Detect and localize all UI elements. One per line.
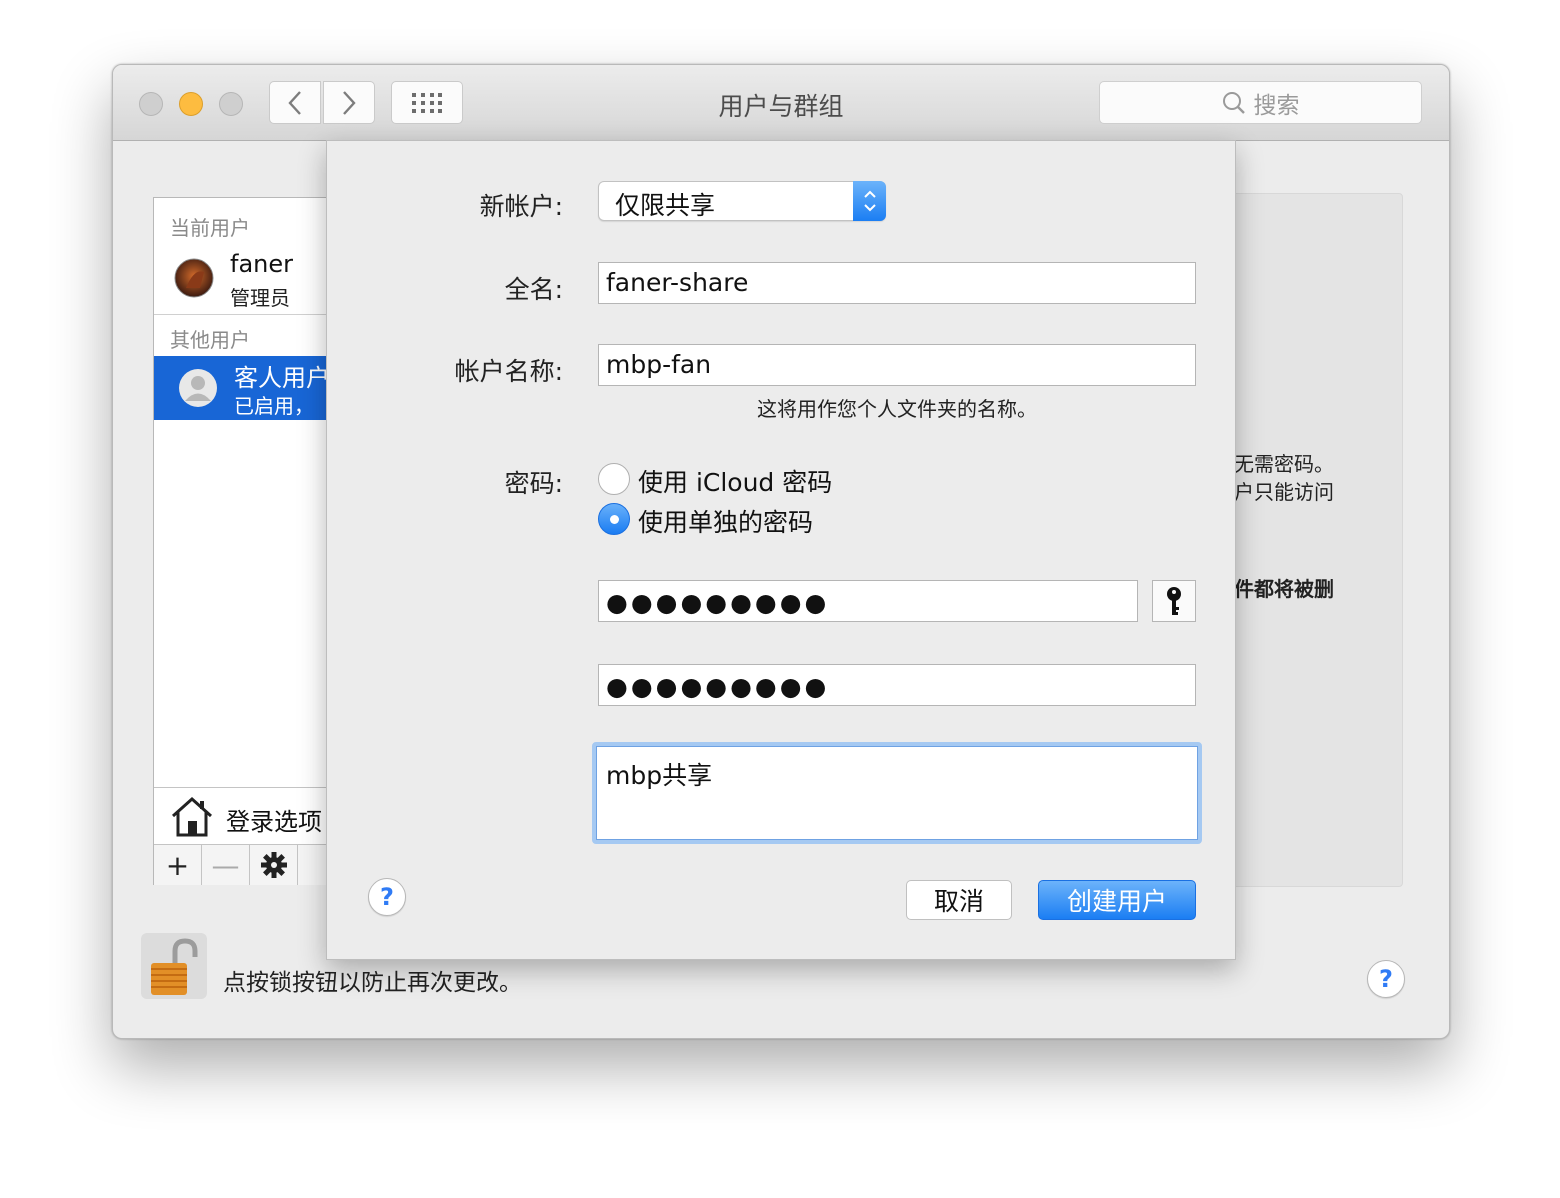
radio-separate-password[interactable] xyxy=(598,503,630,535)
radio-icloud-password[interactable] xyxy=(598,463,630,495)
guest-name: 客人用户 xyxy=(234,364,330,392)
account-name-label: 帐户名称: xyxy=(454,357,563,386)
verify-password-field[interactable]: ●●●●●●●●● xyxy=(598,664,1196,706)
radio-icloud-label[interactable]: 使用 iCloud 密码 xyxy=(638,463,832,499)
verify-password-value: ●●●●●●●●● xyxy=(606,672,830,701)
search-icon xyxy=(1222,91,1245,114)
remove-user-button[interactable]: — xyxy=(202,845,250,885)
user-name: faner xyxy=(230,250,293,278)
user-avatar xyxy=(174,258,214,298)
search-field[interactable]: 搜索 xyxy=(1099,81,1422,124)
full-name-field[interactable]: faner-share xyxy=(598,262,1196,304)
action-menu-button[interactable] xyxy=(250,845,298,885)
new-account-label: 新帐户: xyxy=(479,192,563,221)
gear-icon xyxy=(260,852,287,878)
user-list-footer: 登录选项 + — xyxy=(154,787,352,885)
password-label: 密码: xyxy=(504,469,563,498)
account-type-popup[interactable]: 仅限共享 xyxy=(598,181,886,221)
user-row-faner[interactable]: faner 管理员 xyxy=(154,246,352,310)
current-users-header: 当前用户 xyxy=(170,216,250,240)
login-options-row[interactable]: 登录选项 xyxy=(154,788,352,844)
updown-arrows-icon xyxy=(853,181,886,221)
password-field[interactable]: ●●●●●●●●● xyxy=(598,580,1138,622)
padlock-open-icon xyxy=(151,938,198,995)
account-type-value: 仅限共享 xyxy=(615,191,716,220)
user-role: 管理员 xyxy=(230,286,290,310)
full-name-label: 全名: xyxy=(504,275,563,304)
lock-button[interactable] xyxy=(141,933,207,999)
house-icon xyxy=(171,796,213,837)
other-users-header: 其他用户 xyxy=(170,328,250,352)
details-text-3: 件都将被删 xyxy=(1234,577,1334,601)
key-icon xyxy=(1167,587,1181,615)
search-placeholder: 搜索 xyxy=(1253,92,1300,119)
password-hint-value: mbp共享 xyxy=(606,761,713,790)
radio-separate-label[interactable]: 使用单独的密码 xyxy=(638,503,813,539)
guest-status: 已启用， xyxy=(234,394,314,418)
full-name-value: faner-share xyxy=(606,268,749,297)
guest-avatar-icon xyxy=(179,369,217,407)
account-name-field[interactable]: mbp-fan xyxy=(598,344,1196,386)
details-text-1: 无需密码。 xyxy=(1234,452,1334,476)
titlebar: 用户与群组 搜索 xyxy=(113,65,1449,141)
cancel-button[interactable]: 取消 xyxy=(906,880,1012,920)
new-account-sheet: 新帐户: 仅限共享 全名: faner-share 帐户名称: mbp-fan … xyxy=(326,140,1236,960)
add-user-button[interactable]: + xyxy=(154,845,202,885)
create-user-button[interactable]: 创建用户 xyxy=(1038,880,1196,920)
user-row-guest[interactable]: 客人用户 已启用， xyxy=(154,356,352,420)
list-actions-bar: + — xyxy=(154,844,352,885)
user-list: 当前用户 faner 管理员 其他用户 客人用户 已启用， 登录选项 + — xyxy=(153,197,353,885)
login-options-label: 登录选项 xyxy=(226,808,322,836)
lock-message: 点按锁按钮以防止再次更改。 xyxy=(223,970,522,996)
help-button[interactable]: ? xyxy=(1367,960,1405,998)
password-assistant-button[interactable] xyxy=(1152,580,1196,622)
divider xyxy=(154,314,352,315)
sheet-help-button[interactable]: ? xyxy=(368,878,406,916)
account-name-hint: 这将用作您个人文件夹的名称。 xyxy=(757,397,1037,421)
password-value: ●●●●●●●●● xyxy=(606,588,830,617)
guest-user-details-panel xyxy=(1223,193,1403,887)
details-text-2: 户只能访问 xyxy=(1234,480,1334,504)
account-name-value: mbp-fan xyxy=(606,350,712,379)
password-hint-field[interactable]: mbp共享 xyxy=(592,742,1202,844)
